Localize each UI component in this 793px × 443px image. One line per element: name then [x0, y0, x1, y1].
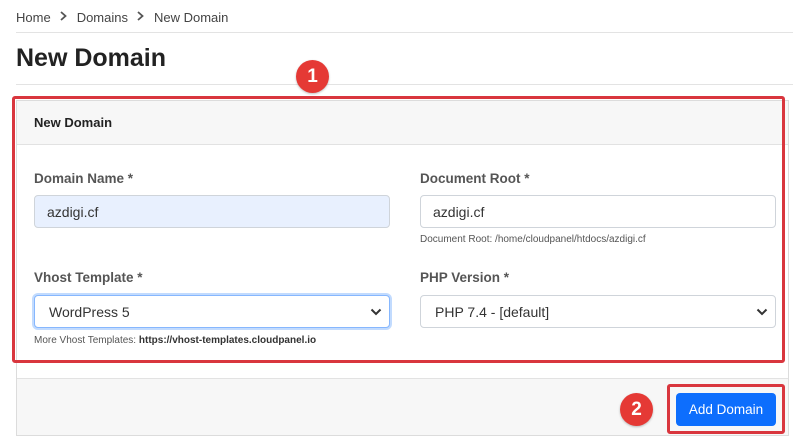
breadcrumb-current: New Domain [153, 9, 229, 25]
add-domain-button[interactable]: Add Domain [676, 393, 776, 426]
php-version-label: PHP Version * [420, 270, 510, 285]
vhost-template-label: Vhost Template * [34, 270, 143, 285]
card-header: New Domain [17, 101, 788, 145]
domain-name-input[interactable]: azdigi.cf [34, 195, 390, 228]
vhost-templates-link[interactable]: https://vhost-templates.cloudpanel.io [139, 335, 316, 346]
breadcrumb-domains[interactable]: Domains [77, 10, 128, 25]
page-title: New Domain [16, 44, 167, 72]
chevron-down-icon [756, 308, 768, 316]
vhost-template-value: WordPress 5 [49, 303, 130, 320]
domain-name-label: Domain Name * [34, 171, 134, 186]
divider [16, 84, 793, 85]
document-root-label: Document Root * [420, 171, 530, 186]
new-domain-card: New Domain [16, 100, 789, 436]
page: Home Domains New Domain New Domain New D… [0, 0, 793, 443]
breadcrumb-home[interactable]: Home [16, 10, 51, 25]
vhost-template-help-prefix: More Vhost Templates: [34, 335, 137, 346]
vhost-template-help: More Vhost Templates: https://vhost-temp… [34, 335, 316, 346]
card-footer [17, 378, 788, 435]
annotation-badge-2: 2 [620, 393, 653, 426]
divider [16, 32, 793, 33]
annotation-badge-1: 1 [296, 60, 329, 93]
php-version-select[interactable]: PHP 7.4 - [default] [420, 295, 776, 328]
document-root-help: Document Root: /home/cloudpanel/htdocs/a… [420, 234, 646, 245]
vhost-template-select[interactable]: WordPress 5 [34, 295, 390, 328]
breadcrumb: Home Domains New Domain [16, 8, 228, 26]
php-version-value: PHP 7.4 - [default] [435, 303, 550, 320]
document-root-input[interactable]: azdigi.cf [420, 195, 776, 228]
chevron-right-icon [134, 10, 148, 24]
chevron-right-icon [57, 10, 71, 24]
chevron-down-icon [370, 308, 382, 316]
